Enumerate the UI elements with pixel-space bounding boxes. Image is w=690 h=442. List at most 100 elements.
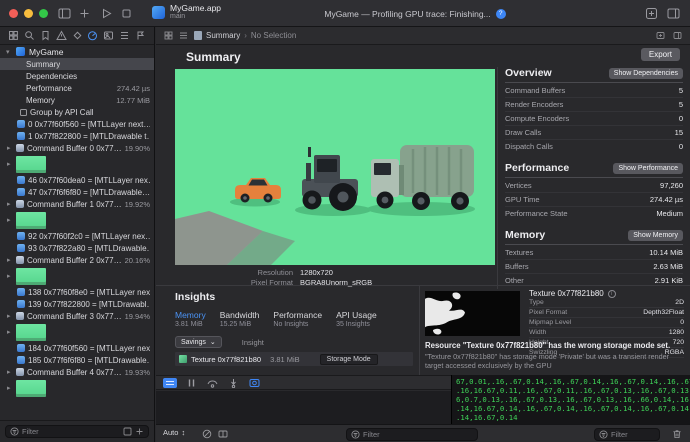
sidebar-item-23[interactable]: ▸Command Buffer 4 0x77…19.93% bbox=[0, 366, 154, 378]
filter-icon bbox=[351, 430, 360, 439]
insights-tab-performance[interactable]: PerformanceNo Insights bbox=[273, 310, 322, 328]
disclosure-icon[interactable]: ▾ bbox=[6, 48, 12, 56]
toggle-navigator-icon[interactable] bbox=[58, 7, 71, 20]
bookmark-navigator-icon[interactable] bbox=[40, 30, 51, 41]
pause-icon[interactable] bbox=[185, 378, 198, 388]
sidebar-item-3[interactable]: Memory12.77 MiB bbox=[0, 94, 154, 106]
info-icon[interactable]: i bbox=[608, 290, 616, 298]
sidebar-root-item[interactable]: ▾ MyGame bbox=[0, 45, 154, 58]
related-items-icon[interactable] bbox=[164, 31, 173, 40]
minimize-window-button[interactable] bbox=[24, 9, 33, 18]
group-by-api-call-checkbox[interactable] bbox=[20, 109, 27, 116]
sidebar-item-7[interactable]: ▸Command Buffer 0 0x77…19.90% bbox=[0, 142, 154, 154]
sidebar-item-15[interactable]: ▸Command Buffer 2 0x77…20.16% bbox=[0, 254, 154, 266]
search-navigator-icon[interactable] bbox=[24, 30, 35, 41]
sidebar-item-18[interactable]: 139 0x77f822800 = [MTLDrawabl… bbox=[0, 298, 154, 310]
insight-row[interactable]: Texture 0x77f821b80 3.81 MiB Storage Mod… bbox=[175, 352, 413, 366]
sidebar-thumbnail-row[interactable]: ▸ bbox=[0, 210, 154, 230]
insights-tab-memory[interactable]: Memory3.81 MiB bbox=[175, 310, 206, 328]
breadcrumb-summary[interactable]: Summary bbox=[206, 31, 240, 40]
command-buffer-icon bbox=[16, 144, 24, 152]
xcode-window: MyGame.app main MyGame — Profiling GPU t… bbox=[0, 0, 690, 442]
step-into-icon[interactable] bbox=[227, 378, 240, 388]
sidebar-item-13[interactable]: 92 0x77f60f2c0 = [MTLLayer nex… bbox=[0, 230, 154, 242]
debug-console-toggle-icon[interactable] bbox=[163, 378, 177, 388]
hierarchy-icon[interactable] bbox=[179, 31, 188, 40]
debug-navigator-icon[interactable] bbox=[119, 30, 130, 41]
filter-recents-icon[interactable] bbox=[123, 427, 132, 436]
disclosure-icon[interactable]: ▸ bbox=[7, 256, 13, 264]
disclosure-icon[interactable]: ▸ bbox=[7, 160, 13, 168]
add-editor-icon[interactable] bbox=[656, 31, 665, 40]
filter-scm-icon[interactable] bbox=[135, 427, 144, 436]
sidebar-item-4[interactable]: Group by API Call bbox=[0, 106, 154, 118]
auto-scope-dropdown[interactable]: Auto↕ bbox=[163, 428, 185, 437]
disclosure-icon[interactable]: ▸ bbox=[7, 216, 13, 224]
frame-capture-icon[interactable] bbox=[248, 378, 261, 388]
trash-button[interactable] bbox=[672, 429, 682, 439]
sidebar-thumbnail-row[interactable]: ▸ bbox=[0, 322, 154, 342]
test-navigator-icon[interactable] bbox=[72, 30, 83, 41]
stat-row: Buffers2.63 MiB bbox=[505, 260, 683, 274]
sidebar-item-2[interactable]: Performance274.42 µs bbox=[0, 82, 154, 94]
activity-view: MyGame — Profiling GPU trace: Finishing.… bbox=[200, 0, 630, 27]
clear-console-button[interactable] bbox=[202, 429, 212, 439]
editor-area: Summary › No Selection Summary Export bbox=[156, 27, 690, 442]
insights-tab-api-usage[interactable]: API Usage35 Insights bbox=[336, 310, 377, 328]
add-tab-icon[interactable] bbox=[78, 7, 91, 20]
show-memory-button[interactable]: Show Memory bbox=[628, 230, 683, 241]
disclosure-icon[interactable]: ▸ bbox=[7, 384, 13, 392]
savings-dropdown[interactable]: Savings⌄ bbox=[175, 336, 222, 348]
sidebar-item-22[interactable]: 185 0x77f6f6f80 = [MTLDrawable… bbox=[0, 354, 154, 366]
performance-navigator-icon[interactable] bbox=[87, 30, 98, 41]
sidebar-item-17[interactable]: 138 0x77f60f8e0 = [MTLLayer nex… bbox=[0, 286, 154, 298]
console-split-icon[interactable] bbox=[218, 429, 228, 439]
breadcrumb[interactable]: Summary › No Selection bbox=[194, 31, 296, 40]
editor-options-icon[interactable] bbox=[673, 31, 682, 40]
variables-filter-input[interactable]: Filter bbox=[346, 428, 478, 441]
jump-bar: Summary › No Selection bbox=[156, 27, 690, 45]
sidebar-item-6[interactable]: 1 0x77f822800 = [MTLDrawable t… bbox=[0, 130, 154, 142]
report-navigator-icon[interactable] bbox=[135, 30, 146, 41]
export-button[interactable]: Export bbox=[641, 48, 680, 61]
frame-attachment-preview[interactable] bbox=[175, 69, 495, 265]
sidebar-item-11[interactable]: ▸Command Buffer 1 0x77…19.92% bbox=[0, 198, 154, 210]
project-navigator-icon[interactable] bbox=[8, 30, 19, 41]
variables-view[interactable] bbox=[156, 391, 451, 424]
sidebar-thumbnail-row[interactable]: ▸ bbox=[0, 378, 154, 398]
stop-button[interactable] bbox=[120, 7, 133, 20]
sidebar-item-5[interactable]: 0 0x77f60f560 = [MTLLayer next… bbox=[0, 118, 154, 130]
zoom-window-button[interactable] bbox=[39, 9, 48, 18]
filter-placeholder: Filter bbox=[22, 427, 39, 436]
console-output[interactable]: 67,0.01,.16,.67,0.14,.16,.67,0.14,.16,.6… bbox=[452, 375, 690, 424]
insights-tab-bandwidth[interactable]: Bandwidth15.25 MiB bbox=[220, 310, 260, 328]
disclosure-icon[interactable]: ▸ bbox=[7, 144, 13, 152]
show-performance-button[interactable]: Show Performance bbox=[613, 163, 683, 174]
show-dependencies-button[interactable]: Show Dependencies bbox=[609, 68, 683, 79]
editor-layout-icon[interactable] bbox=[667, 7, 680, 20]
sidebar-item-1[interactable]: Dependencies bbox=[0, 70, 154, 82]
close-window-button[interactable] bbox=[9, 9, 18, 18]
disclosure-icon[interactable]: ▸ bbox=[7, 312, 13, 320]
library-icon[interactable] bbox=[645, 7, 658, 20]
sidebar-thumbnail-row[interactable]: ▸ bbox=[0, 154, 154, 174]
step-over-icon[interactable] bbox=[206, 378, 219, 388]
sidebar-item-9[interactable]: 46 0x77f60dea0 = [MTLLayer nex… bbox=[0, 174, 154, 186]
disclosure-icon[interactable]: ▸ bbox=[7, 368, 13, 376]
sidebar-thumbnail-row[interactable]: ▸ bbox=[0, 266, 154, 286]
issue-navigator-icon[interactable] bbox=[56, 30, 67, 41]
sidebar-item-21[interactable]: 184 0x77f60f560 = [MTLLayer nex… bbox=[0, 342, 154, 354]
disclosure-icon[interactable]: ▸ bbox=[7, 328, 13, 336]
console-filter-input[interactable]: Filter bbox=[594, 428, 660, 441]
sidebar-item-14[interactable]: 93 0x77f822a80 = [MTLDrawable… bbox=[0, 242, 154, 254]
sidebar-item-10[interactable]: 47 0x77f6f6f80 = [MTLDrawable… bbox=[0, 186, 154, 198]
disclosure-icon[interactable]: ▸ bbox=[7, 200, 13, 208]
memory-navigator-icon[interactable] bbox=[103, 30, 114, 41]
sidebar-item-0[interactable]: Summary bbox=[0, 58, 154, 70]
sidebar-item-19[interactable]: ▸Command Buffer 3 0x77…19.94% bbox=[0, 310, 154, 322]
run-button[interactable] bbox=[100, 7, 113, 20]
progress-indicator[interactable]: ? bbox=[496, 9, 506, 19]
texture-thumbnail[interactable] bbox=[425, 291, 520, 336]
navigator-filter-input[interactable]: Filter bbox=[5, 425, 149, 438]
disclosure-icon[interactable]: ▸ bbox=[7, 272, 13, 280]
